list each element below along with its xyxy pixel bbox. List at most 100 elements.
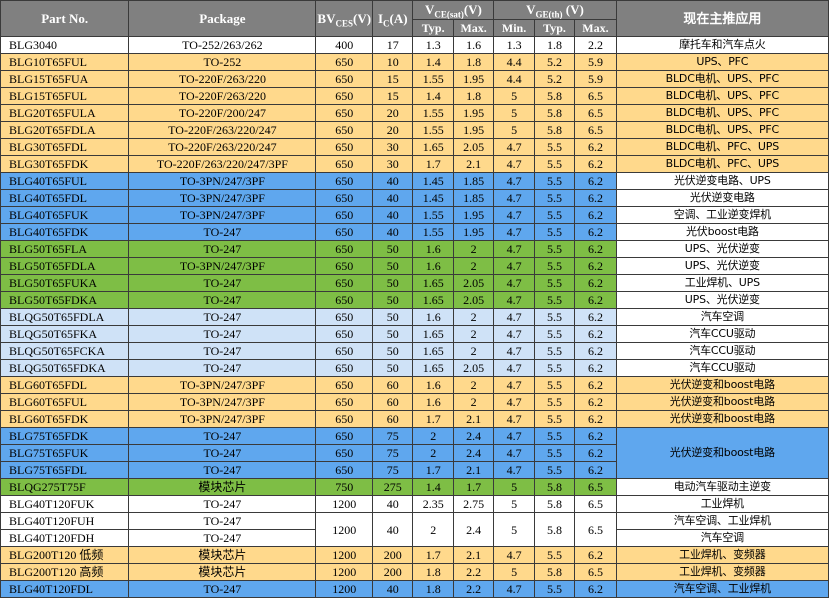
- part-no-cell: BLG15T65FUL: [0, 87, 130, 105]
- header-bvces: BVCES(V): [315, 0, 374, 37]
- vce-typ-cell: 1.7: [412, 461, 454, 479]
- package-cell: TO-220F/263/220/247: [128, 121, 317, 139]
- ic-cell: 10: [372, 53, 414, 71]
- part-no-cell: BLG30T65FDL: [0, 138, 130, 156]
- vge-typ-cell: 1.8: [533, 36, 576, 54]
- ic-cell: 40: [372, 512, 414, 547]
- table-row: BLG20T65FULA TO-220F/200/247 650 20 1.55…: [0, 104, 830, 122]
- application-cell: 工业焊机、UPS: [615, 274, 830, 292]
- header-vge-typ: Typ.: [533, 19, 576, 37]
- bvces-cell: 650: [315, 376, 374, 394]
- vge-typ-cell: 5.5: [533, 240, 576, 258]
- vge-min-cell: 4.7: [493, 410, 535, 428]
- application-cell: BLDC电机、UPS、PFC: [615, 87, 830, 105]
- vce-typ-cell: 1.55: [412, 104, 454, 122]
- package-cell: TO-247: [128, 495, 317, 513]
- bvces-cell: 650: [315, 291, 374, 309]
- vce-typ-cell: 1.7: [412, 155, 454, 173]
- application-cell: 光伏逆变和boost电路: [615, 376, 830, 394]
- table-row: BLG40T120FDL TO-247 1200 40 1.8 2.2 4.7 …: [0, 580, 830, 598]
- package-cell: TO-3PN/247/3PF: [128, 376, 317, 394]
- table-row: BLG200T120 高频 模块芯片 1200 200 1.8 2.2 5 5.…: [0, 563, 830, 581]
- vce-max-cell: 1.95: [452, 223, 495, 241]
- package-cell: 模块芯片: [128, 546, 317, 564]
- vge-min-cell: 4.7: [493, 155, 535, 173]
- table-row: BLG40T120FUK TO-247 1200 40 2.35 2.75 5 …: [0, 495, 830, 513]
- ic-cell: 40: [372, 580, 414, 598]
- package-cell: TO-247: [128, 325, 317, 343]
- ic-cell: 40: [372, 172, 414, 190]
- vce-max-cell: 1.95: [452, 70, 495, 88]
- vce-max-cell: 2.75: [452, 495, 495, 513]
- package-cell: TO-247: [128, 274, 317, 292]
- vge-typ-cell: 5.5: [533, 342, 576, 360]
- vge-typ-cell: 5.5: [533, 155, 576, 173]
- package-cell: TO-247: [128, 342, 317, 360]
- vge-max-cell: 6.5: [574, 563, 617, 581]
- header-vge-max: Max.: [574, 19, 617, 37]
- application-cell: 光伏逆变电路: [615, 189, 830, 207]
- application-cell: UPS、PFC: [615, 53, 830, 71]
- ic-cell: 200: [372, 546, 414, 564]
- vce-typ-cell: 1.65: [412, 291, 454, 309]
- vce-typ-cell: 2: [412, 444, 454, 462]
- application-cell: UPS、光伏逆变: [615, 291, 830, 309]
- ic-cell: 50: [372, 240, 414, 258]
- vge-max-cell: 6.5: [574, 495, 617, 513]
- vge-typ-cell: 5.5: [533, 410, 576, 428]
- bvces-cell: 650: [315, 359, 374, 377]
- vge-max-cell: 6.2: [574, 546, 617, 564]
- vge-min-cell: 4.7: [493, 189, 535, 207]
- vge-min-cell: 5: [493, 512, 535, 547]
- application-cell: 光伏逆变和boost电路: [615, 410, 830, 428]
- ic-cell: 50: [372, 308, 414, 326]
- vge-min-cell: 4.7: [493, 461, 535, 479]
- vce-max-cell: 2.4: [452, 444, 495, 462]
- vge-max-cell: 6.5: [574, 512, 617, 547]
- vce-typ-cell: 2: [412, 427, 454, 445]
- vge-typ-cell: 5.5: [533, 393, 576, 411]
- vce-typ-cell: 1.4: [412, 87, 454, 105]
- ic-cell: 20: [372, 104, 414, 122]
- bvces-cell: 650: [315, 104, 374, 122]
- vce-max-cell: 2: [452, 376, 495, 394]
- application-cell: 汽车空调: [615, 308, 830, 326]
- ic-cell: 75: [372, 461, 414, 479]
- vce-max-cell: 1.8: [452, 53, 495, 71]
- application-cell: UPS、光伏逆变: [615, 257, 830, 275]
- vge-typ-cell: 5.5: [533, 444, 576, 462]
- part-no-cell: BLG60T65FDL: [0, 376, 130, 394]
- vce-typ-cell: 1.8: [412, 580, 454, 598]
- vce-max-cell: 2.05: [452, 274, 495, 292]
- vge-min-cell: 4.7: [493, 206, 535, 224]
- table-row: BLQG275T75F 模块芯片 750 275 1.4 1.7 5 5.8 6…: [0, 478, 830, 496]
- part-no-cell: BLG75T65FDK: [0, 427, 130, 445]
- vce-typ-cell: 1.65: [412, 342, 454, 360]
- vce-typ-cell: 1.6: [412, 376, 454, 394]
- table-row: BLQG50T65FDLA TO-247 650 50 1.6 2 4.7 5.…: [0, 308, 830, 326]
- vce-typ-cell: 1.65: [412, 325, 454, 343]
- table-row: BLG3040 TO-252/263/262 400 17 1.3 1.6 1.…: [0, 36, 830, 54]
- ic-cell: 50: [372, 291, 414, 309]
- vge-typ-cell: 5.5: [533, 427, 576, 445]
- vge-typ-cell: 5.5: [533, 189, 576, 207]
- package-cell: TO-3PN/247/3PF: [128, 189, 317, 207]
- application-cell: BLDC电机、PFC、UPS: [615, 155, 830, 173]
- part-no-cell: BLQG50T65FKA: [0, 325, 130, 343]
- ic-cell: 50: [372, 274, 414, 292]
- ic-cell: 40: [372, 223, 414, 241]
- vge-typ-cell: 5.5: [533, 461, 576, 479]
- bvces-cell: 650: [315, 172, 374, 190]
- vce-typ-cell: 1.55: [412, 70, 454, 88]
- vge-typ-cell: 5.5: [533, 172, 576, 190]
- bvces-cell: 650: [315, 53, 374, 71]
- bvces-cell: 650: [315, 155, 374, 173]
- vge-min-cell: 4.7: [493, 393, 535, 411]
- package-cell: TO-220F/200/247: [128, 104, 317, 122]
- vge-typ-cell: 5.8: [533, 495, 576, 513]
- application-cell: 汽车CCU驱动: [615, 342, 830, 360]
- vce-max-cell: 1.7: [452, 478, 495, 496]
- ic-cell: 40: [372, 206, 414, 224]
- vge-max-cell: 6.2: [574, 359, 617, 377]
- vge-min-cell: 1.3: [493, 36, 535, 54]
